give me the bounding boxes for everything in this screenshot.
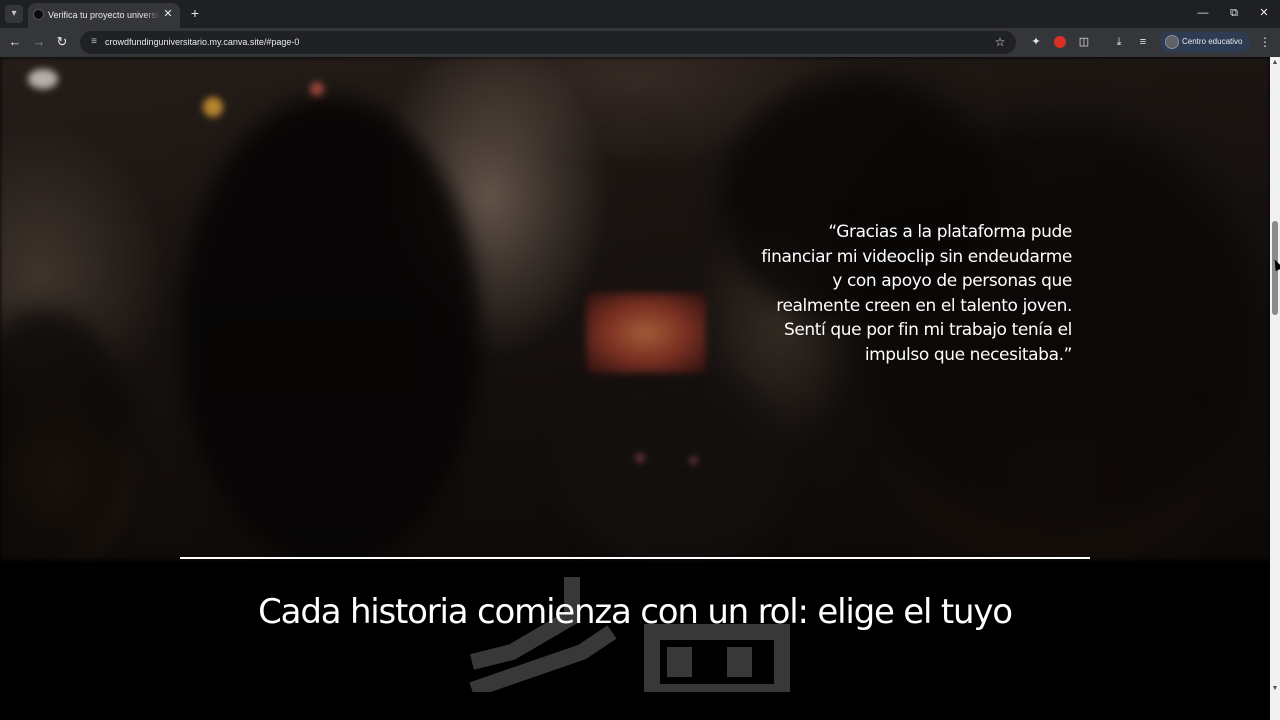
canva-favicon-icon	[33, 9, 44, 20]
avatar	[1165, 35, 1179, 49]
chevron-down-icon[interactable]: ▾	[5, 5, 23, 23]
forward-arrow-icon[interactable]: →	[30, 33, 48, 51]
restore-icon[interactable]: ⧉	[1224, 4, 1244, 22]
profile-label: Centro educativo	[1182, 37, 1243, 46]
reload-icon[interactable]: ↻	[53, 33, 71, 51]
star-icon[interactable]: ☆	[992, 34, 1008, 50]
tab-title: Verifica tu proyecto universitario	[48, 10, 160, 20]
scroll-up-arrow-icon[interactable]: ▲	[1271, 59, 1279, 67]
tune-icon[interactable]: ≡	[87, 35, 101, 49]
tab-strip: ▾ Verifica tu proyecto universitario ✕ +…	[0, 0, 1280, 28]
playlist-icon[interactable]: ≡	[1134, 33, 1152, 51]
download-icon[interactable]: ⤓	[1110, 33, 1128, 51]
browser-toolbar: ← → ↻ ≡ crowdfundinguniversitario.my.can…	[0, 28, 1280, 57]
url-text[interactable]: crowdfundinguniversitario.my.canva.site/…	[105, 35, 299, 50]
section-divider	[180, 557, 1090, 559]
back-arrow-icon[interactable]: ←	[6, 33, 24, 51]
more-vert-icon[interactable]: ⋮	[1258, 33, 1272, 51]
section-headline: Cada historia comienza con un rol: elige…	[258, 592, 1013, 632]
testimonial-quote: “Gracias a la plataforma pude financiar …	[761, 222, 1072, 365]
close-icon[interactable]: ✕	[161, 7, 175, 21]
close-window-icon[interactable]: ✕	[1254, 4, 1274, 22]
record-icon[interactable]	[1054, 36, 1066, 48]
puzzle-icon[interactable]: ◫	[1075, 33, 1093, 51]
minimize-icon[interactable]: —	[1193, 4, 1213, 22]
new-tab-button[interactable]: +	[187, 4, 203, 22]
profile-button[interactable]: Centro educativo	[1160, 32, 1250, 52]
page-viewport: “Gracias a la plataforma pude financiar …	[0, 57, 1270, 720]
hero-background-image	[0, 57, 1270, 560]
page-scrollbar[interactable]: ▲ ▼	[1270, 57, 1280, 720]
sparkle-icon[interactable]: ✦	[1027, 33, 1045, 51]
scroll-down-arrow-icon[interactable]: ▼	[1271, 685, 1279, 693]
address-bar[interactable]: ≡ crowdfundinguniversitario.my.canva.sit…	[80, 31, 1016, 54]
browser-tab[interactable]: Verifica tu proyecto universitario ✕	[28, 3, 180, 28]
